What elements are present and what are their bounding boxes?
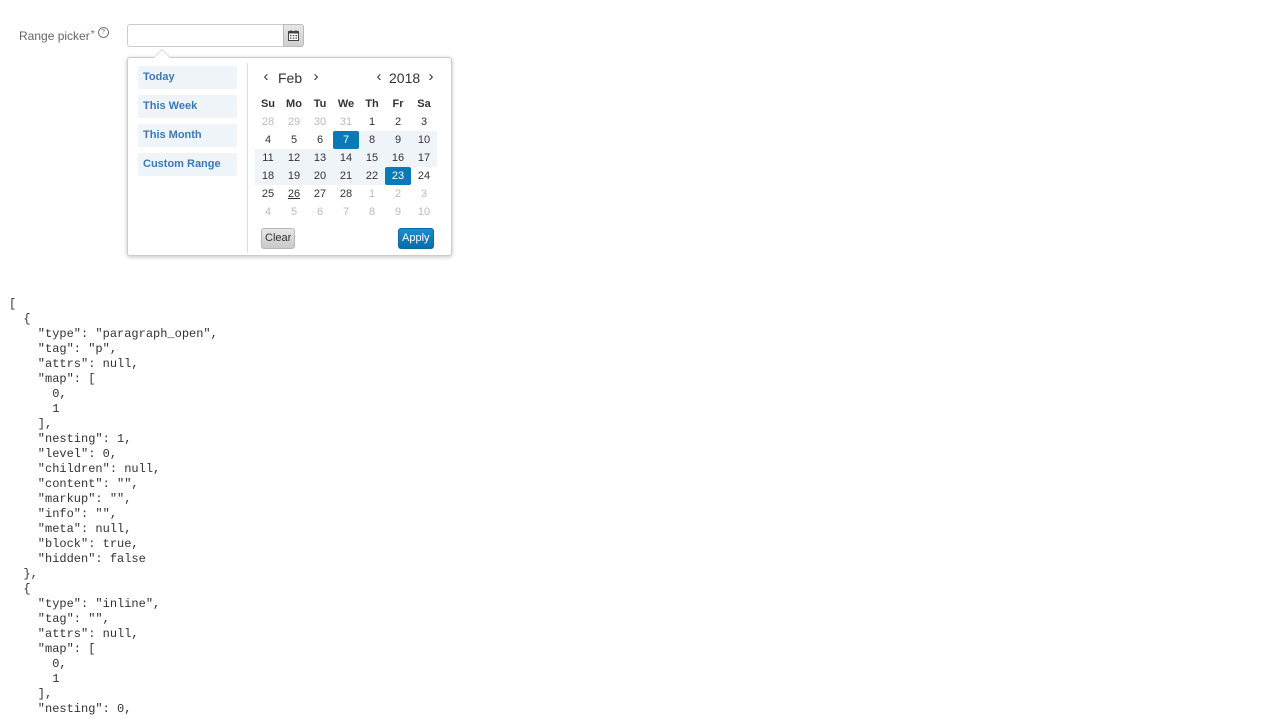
day-cell-other-month[interactable]: 29 [281,113,307,131]
weekday-header: Su Mo Tu We Th Fr Sa [255,95,439,113]
day-cell[interactable]: 28 [333,185,359,203]
prev-year-icon[interactable]: ‹ [373,68,385,88]
day-cell-other-month[interactable]: 28 [255,113,281,131]
required-mark: * [90,29,95,40]
day-cell[interactable]: 18 [255,167,281,185]
range-this-month[interactable]: This Month [138,124,237,147]
day-cell[interactable]: 17 [411,149,437,167]
day-cell[interactable]: 1 [359,113,385,131]
day-cell-other-month[interactable]: 5 [281,203,307,221]
range-custom[interactable]: Custom Range [138,153,237,176]
day-cell[interactable]: 23 [385,167,411,185]
day-cell[interactable]: 5 [281,131,307,149]
calendar-header: ‹ Feb › ‹ 2018 › [255,68,439,88]
day-cell[interactable]: 4 [255,131,281,149]
day-cell-other-month[interactable]: 8 [359,203,385,221]
preset-ranges: Today This Week This Month Custom Range [138,66,237,182]
day-cell[interactable]: 9 [385,131,411,149]
week-row: 18 19 20 21 22 23 24 [255,167,439,185]
day-cell[interactable]: 19 [281,167,307,185]
next-month-icon[interactable]: › [310,68,322,88]
day-cell[interactable]: 6 [307,131,333,149]
prev-month-icon[interactable]: ‹ [260,68,272,88]
day-cell[interactable]: 22 [359,167,385,185]
day-cell[interactable]: 12 [281,149,307,167]
day-cell[interactable]: 13 [307,149,333,167]
day-cell[interactable]: 27 [307,185,333,203]
day-cell-other-month[interactable]: 2 [385,185,411,203]
token-dump: [ { "type": "paragraph_open", "tag": "p"… [9,297,218,716]
day-cell[interactable]: 20 [307,167,333,185]
range-picker-label: Range picker*? [19,27,109,44]
day-cell[interactable]: 24 [411,167,437,185]
range-today[interactable]: Today [138,66,237,89]
day-cell[interactable]: 7 [333,131,359,149]
range-picker-field [127,24,304,47]
date-range-input[interactable] [127,24,283,47]
day-cell-other-month[interactable]: 1 [359,185,385,203]
help-icon[interactable]: ? [97,27,109,38]
year-label: 2018 [389,70,421,86]
day-cell-other-month[interactable]: 4 [255,203,281,221]
day-cell[interactable]: 3 [411,113,437,131]
day-cell-other-month[interactable]: 31 [333,113,359,131]
day-cell-other-month[interactable]: 6 [307,203,333,221]
weekday-su: Su [260,98,276,110]
clear-button[interactable]: Clear [261,228,296,249]
label-text: Range picker [19,29,90,43]
week-row: 4 5 6 7 8 9 10 [255,131,439,149]
day-cell[interactable]: 10 [411,131,437,149]
apply-button[interactable]: Apply [398,228,434,249]
day-cell[interactable]: 14 [333,149,359,167]
date-range-popup: Today This Week This Month Custom Range … [127,49,452,256]
calendar: ‹ Feb › ‹ 2018 › Su Mo Tu We Th Fr Sa 28 29 30 31… [255,68,439,218]
month-label: Feb [278,70,303,86]
day-cell[interactable]: 8 [359,131,385,149]
weekday-sa: Sa [417,98,431,110]
range-this-week[interactable]: This Week [138,95,237,118]
weekday-tu: Tu [313,98,327,110]
day-cell-other-month[interactable]: 3 [411,185,437,203]
weekday-th: Th [365,98,379,110]
day-cell[interactable]: 15 [359,149,385,167]
day-cell-other-month[interactable]: 9 [385,203,411,221]
calendar-icon [288,30,299,41]
day-cell[interactable]: 2 [385,113,411,131]
calendar-button[interactable] [283,24,304,47]
day-cell-other-month[interactable]: 30 [307,113,333,131]
next-year-icon[interactable]: › [425,68,437,88]
calendar-grid: Su Mo Tu We Th Fr Sa 28 29 30 31 1 2 3 4 5 6 7 8 9 10 11 12 13… [255,95,439,221]
weekday-fr: Fr [392,98,404,110]
divider [247,63,248,253]
day-cell[interactable]: 25 [255,185,281,203]
day-cell[interactable]: 26 [281,185,307,203]
day-cell[interactable]: 16 [385,149,411,167]
week-row: 28 29 30 31 1 2 3 [255,113,439,131]
weekday-we: We [337,98,355,110]
week-row: 4 5 6 7 8 9 10 [255,203,439,221]
week-row: 25 26 27 28 1 2 3 [255,185,439,203]
day-cell-other-month[interactable]: 10 [411,203,437,221]
day-cell-other-month[interactable]: 7 [333,203,359,221]
day-cell[interactable]: 21 [333,167,359,185]
popup-arrow-inner [154,50,170,58]
weekday-mo: Mo [286,98,302,110]
day-cell[interactable]: 11 [255,149,281,167]
week-row: 11 12 13 14 15 16 17 [255,149,439,167]
